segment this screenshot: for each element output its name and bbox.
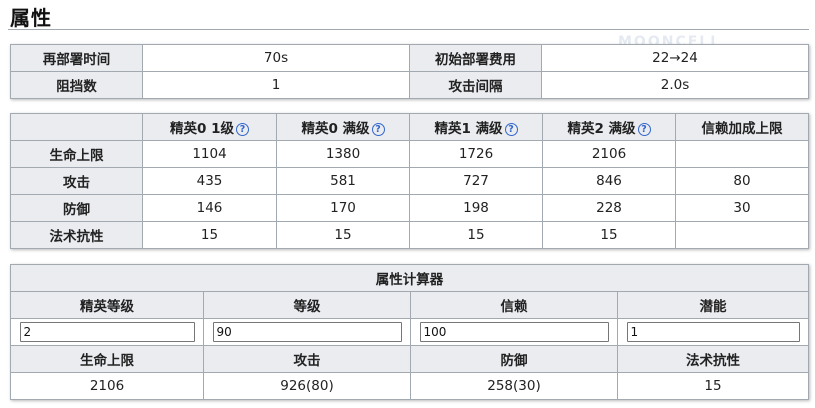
res-result-value: 15 bbox=[617, 372, 809, 400]
table-cell: 15 bbox=[276, 221, 410, 249]
help-icon[interactable]: ? bbox=[637, 123, 651, 136]
table-cell: 1380 bbox=[276, 140, 410, 168]
calculator-output-label-row: 生命上限 攻击 防御 法术抗性 bbox=[10, 345, 809, 373]
potential-input[interactable] bbox=[626, 322, 800, 342]
block-count-value: 1 bbox=[142, 71, 410, 99]
deploy-cost-label: 初始部署费用 bbox=[409, 44, 542, 72]
potential-cell bbox=[617, 318, 809, 346]
table-cell: 727 bbox=[409, 167, 543, 195]
elite-level-cell bbox=[10, 318, 204, 346]
header-elite2-max: 精英2 满级? bbox=[542, 113, 676, 141]
level-input[interactable] bbox=[212, 322, 402, 342]
table-row: 攻击 435 581 727 846 80 bbox=[10, 167, 809, 195]
help-icon[interactable]: ? bbox=[371, 123, 385, 136]
table-cell: 581 bbox=[276, 167, 410, 195]
table-cell: 80 bbox=[675, 167, 809, 195]
deploy-cost-value: 22→24 bbox=[541, 44, 809, 72]
table-cell bbox=[675, 140, 809, 168]
table-cell: 228 bbox=[542, 194, 676, 222]
calculator-input-row bbox=[10, 318, 809, 346]
header-label: 精英0 1级 bbox=[170, 121, 234, 137]
header-label: 精英1 满级 bbox=[434, 121, 503, 137]
hp-result-value: 2106 bbox=[10, 372, 204, 400]
trust-input[interactable] bbox=[419, 322, 609, 342]
stats-header-corner bbox=[10, 113, 143, 141]
calculator-input-label-row: 精英等级 等级 信赖 潜能 bbox=[10, 291, 809, 319]
header-elite0-max: 精英0 满级? bbox=[276, 113, 410, 141]
table-row: 阻挡数 1 攻击间隔 2.0s bbox=[10, 71, 809, 99]
table-row: 防御 146 170 198 228 30 bbox=[10, 194, 809, 222]
table-row: 生命上限 1104 1380 1726 2106 bbox=[10, 140, 809, 168]
table-cell: 846 bbox=[542, 167, 676, 195]
table-row: 再部署时间 70s 初始部署费用 22→24 bbox=[10, 44, 809, 72]
def-result-label: 防御 bbox=[410, 345, 618, 373]
table-cell bbox=[675, 221, 809, 249]
calculator-output-row: 2106 926(80) 258(30) 15 bbox=[10, 372, 809, 400]
elite-level-input[interactable] bbox=[19, 322, 195, 342]
atk-result-value: 926(80) bbox=[203, 372, 411, 400]
stat-calculator-table: 属性计算器 精英等级 等级 信赖 潜能 生命上限 攻击 防御 法术抗性 2106… bbox=[10, 264, 809, 400]
atk-result-label: 攻击 bbox=[203, 345, 411, 373]
table-cell: 1726 bbox=[409, 140, 543, 168]
row-label-def: 防御 bbox=[10, 194, 143, 222]
potential-label: 潜能 bbox=[617, 291, 809, 319]
basic-info-table: 再部署时间 70s 初始部署费用 22→24 阻挡数 1 攻击间隔 2.0s bbox=[10, 44, 809, 99]
attack-interval-value: 2.0s bbox=[541, 71, 809, 99]
row-label-atk: 攻击 bbox=[10, 167, 143, 195]
table-cell: 2106 bbox=[542, 140, 676, 168]
row-label-res: 法术抗性 bbox=[10, 221, 143, 249]
attack-interval-label: 攻击间隔 bbox=[409, 71, 542, 99]
redeploy-time-label: 再部署时间 bbox=[10, 44, 143, 72]
header-trust-bonus: 信赖加成上限 bbox=[675, 113, 809, 141]
def-result-value: 258(30) bbox=[410, 372, 618, 400]
res-result-label: 法术抗性 bbox=[617, 345, 809, 373]
table-cell: 15 bbox=[542, 221, 676, 249]
trust-cell bbox=[410, 318, 618, 346]
level-label: 等级 bbox=[203, 291, 411, 319]
header-label: 精英2 满级 bbox=[567, 121, 636, 137]
section-title: 属性 bbox=[10, 6, 52, 30]
level-cell bbox=[203, 318, 411, 346]
trust-label: 信赖 bbox=[410, 291, 618, 319]
table-cell: 198 bbox=[409, 194, 543, 222]
redeploy-time-value: 70s bbox=[142, 44, 410, 72]
table-cell: 15 bbox=[142, 221, 277, 249]
header-elite1-max: 精英1 满级? bbox=[409, 113, 543, 141]
table-cell: 170 bbox=[276, 194, 410, 222]
help-icon[interactable]: ? bbox=[236, 123, 249, 136]
table-row: 法术抗性 15 15 15 15 bbox=[10, 221, 809, 249]
table-cell: 1104 bbox=[142, 140, 277, 168]
elite-level-label: 精英等级 bbox=[10, 291, 204, 319]
calculator-title-row: 属性计算器 bbox=[10, 264, 809, 292]
stats-table: 精英0 1级? 精英0 满级? 精英1 满级? 精英2 满级? 信赖加成上限 生… bbox=[10, 113, 809, 249]
calculator-title: 属性计算器 bbox=[10, 264, 809, 292]
table-cell: 15 bbox=[409, 221, 543, 249]
help-icon[interactable]: ? bbox=[504, 123, 518, 136]
row-label-hp: 生命上限 bbox=[10, 140, 143, 168]
block-count-label: 阻挡数 bbox=[10, 71, 143, 99]
header-elite0-lv1: 精英0 1级? bbox=[142, 113, 277, 141]
header-label: 精英0 满级 bbox=[301, 121, 370, 137]
hp-result-label: 生命上限 bbox=[10, 345, 204, 373]
table-cell: 30 bbox=[675, 194, 809, 222]
title-divider bbox=[8, 29, 809, 30]
table-cell: 146 bbox=[142, 194, 277, 222]
table-header-row: 精英0 1级? 精英0 满级? 精英1 满级? 精英2 满级? 信赖加成上限 bbox=[10, 113, 809, 141]
table-cell: 435 bbox=[142, 167, 277, 195]
